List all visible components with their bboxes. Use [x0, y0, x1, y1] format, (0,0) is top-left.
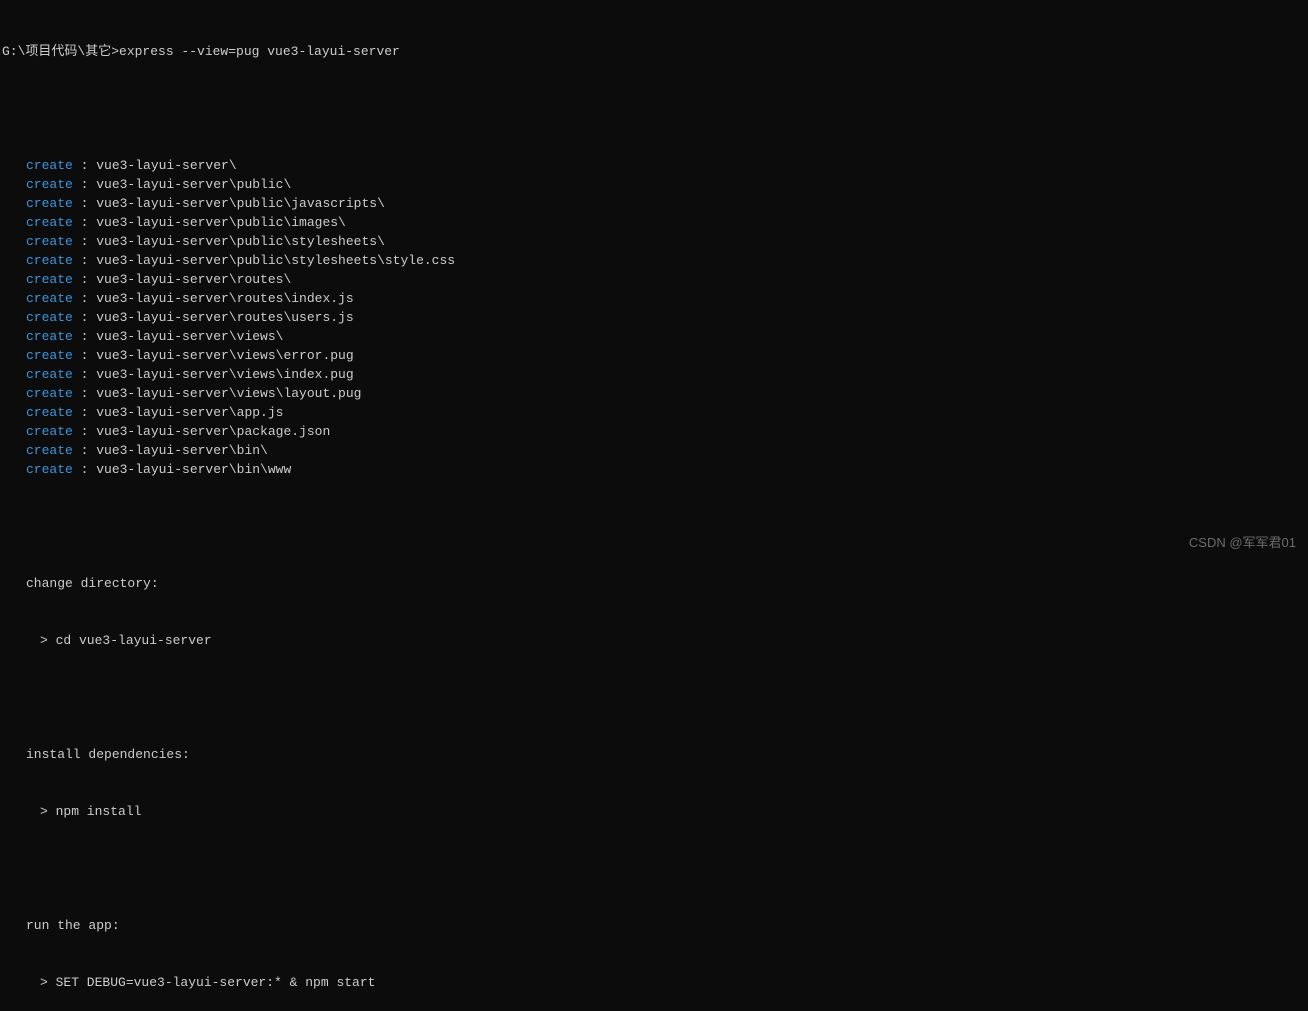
run-app-command: > SET DEBUG=vue3-layui-server:* & npm st…: [0, 973, 1308, 992]
create-line: create : vue3-layui-server\views\: [0, 327, 1308, 346]
blank-line: [0, 99, 1308, 118]
create-line: create : vue3-layui-server\public\styles…: [0, 232, 1308, 251]
created-path: vue3-layui-server\public\images\: [96, 215, 346, 230]
create-line: create : vue3-layui-server\views\layout.…: [0, 384, 1308, 403]
separator: :: [73, 424, 96, 439]
separator: :: [73, 291, 96, 306]
created-path: vue3-layui-server\views\: [96, 329, 283, 344]
create-keyword: create: [26, 462, 73, 477]
create-line: create : vue3-layui-server\bin\: [0, 441, 1308, 460]
create-keyword: create: [26, 215, 73, 230]
create-keyword: create: [26, 253, 73, 268]
create-line: create : vue3-layui-server\public\javasc…: [0, 194, 1308, 213]
created-path: vue3-layui-server\public\stylesheets\: [96, 234, 385, 249]
created-path: vue3-layui-server\package.json: [96, 424, 330, 439]
created-path: vue3-layui-server\routes\users.js: [96, 310, 353, 325]
create-keyword: create: [26, 329, 73, 344]
create-keyword: create: [26, 367, 73, 382]
separator: :: [73, 348, 96, 363]
created-path: vue3-layui-server\routes\index.js: [96, 291, 353, 306]
create-line: create : vue3-layui-server\public\: [0, 175, 1308, 194]
separator: :: [73, 329, 96, 344]
run-app-label: run the app:: [0, 916, 1308, 935]
created-path: vue3-layui-server\views\layout.pug: [96, 386, 361, 401]
prompt-line: G:\项目代码\其它>express --view=pug vue3-layui…: [0, 42, 1308, 61]
create-keyword: create: [26, 158, 73, 173]
separator: :: [73, 272, 96, 287]
create-line: create : vue3-layui-server\routes\index.…: [0, 289, 1308, 308]
command-input: express --view=pug vue3-layui-server: [119, 44, 400, 59]
create-line: create : vue3-layui-server\bin\www: [0, 460, 1308, 479]
create-line: create : vue3-layui-server\public\styles…: [0, 251, 1308, 270]
separator: :: [73, 310, 96, 325]
created-path: vue3-layui-server\views\error.pug: [96, 348, 353, 363]
separator: :: [73, 196, 96, 211]
blank-line: [0, 688, 1308, 707]
create-keyword: create: [26, 348, 73, 363]
created-path: vue3-layui-server\views\index.pug: [96, 367, 353, 382]
create-keyword: create: [26, 424, 73, 439]
blank-line: [0, 517, 1308, 536]
separator: :: [73, 462, 96, 477]
separator: :: [73, 386, 96, 401]
install-dependencies-command: > npm install: [0, 802, 1308, 821]
create-line: create : vue3-layui-server\routes\: [0, 270, 1308, 289]
install-dependencies-label: install dependencies:: [0, 745, 1308, 764]
separator: :: [73, 177, 96, 192]
create-keyword: create: [26, 272, 73, 287]
create-line: create : vue3-layui-server\public\images…: [0, 213, 1308, 232]
create-line: create : vue3-layui-server\: [0, 156, 1308, 175]
blank-line: [0, 859, 1308, 878]
create-line: create : vue3-layui-server\app.js: [0, 403, 1308, 422]
change-directory-command: > cd vue3-layui-server: [0, 631, 1308, 650]
create-keyword: create: [26, 405, 73, 420]
create-line: create : vue3-layui-server\views\error.p…: [0, 346, 1308, 365]
create-line: create : vue3-layui-server\package.json: [0, 422, 1308, 441]
watermark: CSDN @军军君01: [1189, 533, 1296, 552]
change-directory-label: change directory:: [0, 574, 1308, 593]
separator: :: [73, 158, 96, 173]
created-path: vue3-layui-server\bin\www: [96, 462, 291, 477]
prompt-path: G:\项目代码\其它>: [2, 44, 119, 59]
created-path: vue3-layui-server\public\stylesheets\sty…: [96, 253, 455, 268]
create-line: create : vue3-layui-server\routes\users.…: [0, 308, 1308, 327]
create-keyword: create: [26, 310, 73, 325]
create-keyword: create: [26, 196, 73, 211]
create-keyword: create: [26, 177, 73, 192]
created-path: vue3-layui-server\: [96, 158, 236, 173]
separator: :: [73, 215, 96, 230]
create-keyword: create: [26, 291, 73, 306]
separator: :: [73, 443, 96, 458]
separator: :: [73, 405, 96, 420]
created-path: vue3-layui-server\app.js: [96, 405, 283, 420]
terminal-output[interactable]: G:\项目代码\其它>express --view=pug vue3-layui…: [0, 4, 1308, 1011]
separator: :: [73, 253, 96, 268]
create-keyword: create: [26, 443, 73, 458]
create-keyword: create: [26, 234, 73, 249]
created-path: vue3-layui-server\bin\: [96, 443, 268, 458]
separator: :: [73, 367, 96, 382]
create-keyword: create: [26, 386, 73, 401]
created-path: vue3-layui-server\routes\: [96, 272, 291, 287]
created-path: vue3-layui-server\public\: [96, 177, 291, 192]
created-path: vue3-layui-server\public\javascripts\: [96, 196, 385, 211]
create-line: create : vue3-layui-server\views\index.p…: [0, 365, 1308, 384]
separator: :: [73, 234, 96, 249]
